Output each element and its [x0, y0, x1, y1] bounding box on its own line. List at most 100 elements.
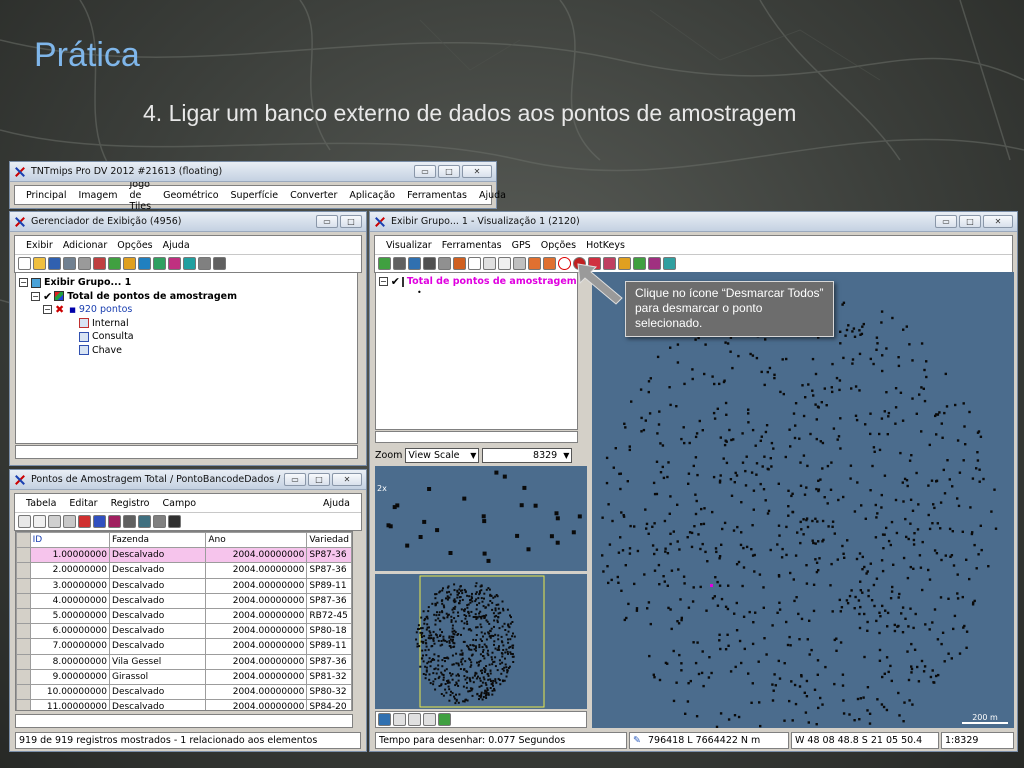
tree-group[interactable]: − Exibir Grupo... 1	[19, 276, 354, 290]
sample-point[interactable]	[852, 327, 856, 330]
sample-point[interactable]	[821, 703, 824, 706]
sample-point[interactable]	[705, 609, 708, 612]
sample-point[interactable]	[865, 572, 868, 575]
sample-point[interactable]	[659, 471, 663, 474]
sample-point[interactable]	[879, 615, 882, 618]
sample-point[interactable]	[680, 662, 683, 665]
sample-point[interactable]	[732, 438, 735, 441]
sample-point[interactable]	[695, 432, 699, 435]
sample-point[interactable]	[764, 499, 767, 502]
sample-point[interactable]	[628, 552, 632, 555]
sample-point[interactable]	[652, 481, 656, 485]
sample-point[interactable]	[684, 712, 687, 715]
sample-point[interactable]	[898, 592, 901, 596]
sample-point[interactable]	[511, 653, 514, 655]
minimize-button[interactable]: ▭	[414, 165, 436, 178]
sample-point[interactable]	[826, 464, 830, 468]
sample-point[interactable]	[804, 711, 808, 714]
sample-point[interactable]	[669, 495, 672, 498]
sample-point[interactable]	[866, 709, 869, 712]
add-shape-icon[interactable]	[153, 257, 166, 270]
sample-point[interactable]	[663, 580, 666, 583]
sample-point[interactable]	[439, 628, 442, 631]
sample-point[interactable]	[444, 660, 446, 663]
sample-point[interactable]	[687, 606, 691, 609]
sample-point[interactable]	[832, 427, 836, 430]
menu-aplicacao[interactable]: Aplicação	[344, 190, 400, 201]
sample-point[interactable]	[699, 547, 702, 551]
sample-point[interactable]	[931, 522, 934, 525]
sample-point[interactable]	[651, 525, 654, 528]
sample-point[interactable]	[507, 630, 510, 633]
sample-point[interactable]	[669, 532, 672, 535]
sample-point[interactable]	[667, 606, 670, 610]
sample-point[interactable]	[724, 401, 728, 405]
previous-icon[interactable]	[528, 257, 541, 270]
sample-point[interactable]	[870, 599, 874, 602]
sample-point[interactable]	[690, 531, 694, 535]
sample-point[interactable]	[790, 494, 793, 498]
sample-point[interactable]	[462, 685, 465, 688]
sample-point[interactable]	[501, 655, 504, 658]
sample-point[interactable]	[734, 665, 737, 669]
sample-point[interactable]	[850, 589, 853, 592]
sample-point[interactable]	[965, 558, 968, 561]
sample-point[interactable]	[831, 520, 835, 523]
select-icon[interactable]	[33, 515, 46, 528]
sample-point[interactable]	[446, 681, 449, 684]
sample-point[interactable]	[462, 496, 467, 501]
sample-point[interactable]	[487, 631, 490, 634]
sample-point[interactable]	[839, 641, 843, 644]
sample-point[interactable]	[485, 588, 488, 591]
sample-point[interactable]	[766, 370, 769, 374]
sample-point[interactable]	[461, 657, 464, 660]
sample-point[interactable]	[438, 591, 441, 594]
sample-point[interactable]	[483, 692, 486, 695]
sample-point[interactable]	[481, 672, 483, 675]
sample-point[interactable]	[427, 606, 430, 609]
sample-point[interactable]	[807, 383, 810, 386]
sample-point[interactable]	[424, 642, 427, 645]
sample-point[interactable]	[491, 608, 494, 611]
sample-point[interactable]	[735, 563, 739, 566]
sample-point[interactable]	[466, 604, 469, 607]
sample-point[interactable]	[973, 543, 976, 547]
sample-point[interactable]	[419, 631, 422, 634]
sample-point[interactable]	[982, 477, 985, 481]
sample-point[interactable]	[450, 674, 453, 677]
sample-point[interactable]	[909, 607, 912, 610]
print-icon[interactable]	[63, 257, 76, 270]
sample-point[interactable]	[505, 648, 508, 651]
sample-point[interactable]	[491, 689, 494, 692]
sample-point[interactable]	[461, 598, 464, 601]
refresh-icon[interactable]	[138, 515, 151, 528]
sample-point[interactable]	[484, 668, 487, 671]
sample-point[interactable]	[759, 439, 762, 442]
sample-point[interactable]	[922, 387, 925, 390]
grid-icon[interactable]	[198, 257, 211, 270]
sample-point[interactable]	[906, 576, 910, 580]
sample-point[interactable]	[878, 659, 882, 662]
sample-point[interactable]	[806, 638, 809, 641]
sample-point[interactable]	[951, 530, 954, 533]
sample-point[interactable]	[480, 626, 483, 629]
sample-point[interactable]	[869, 489, 872, 492]
sample-point[interactable]	[952, 627, 955, 631]
sample-point[interactable]	[813, 688, 817, 691]
sample-point[interactable]	[811, 539, 814, 542]
sample-point[interactable]	[902, 500, 905, 503]
sample-point[interactable]	[433, 668, 436, 671]
sample-point[interactable]	[814, 517, 817, 520]
sample-point[interactable]	[842, 301, 846, 304]
sample-point[interactable]	[856, 481, 859, 484]
sample-point[interactable]	[873, 450, 876, 453]
sample-point[interactable]	[628, 547, 632, 550]
sample-point[interactable]	[904, 517, 907, 521]
sample-point[interactable]	[907, 537, 910, 541]
sample-point[interactable]	[907, 625, 910, 628]
sample-point[interactable]	[689, 679, 692, 683]
sample-point[interactable]	[682, 575, 686, 578]
sample-point[interactable]	[880, 703, 884, 706]
sample-point[interactable]	[928, 527, 932, 531]
sample-point[interactable]	[943, 492, 947, 495]
